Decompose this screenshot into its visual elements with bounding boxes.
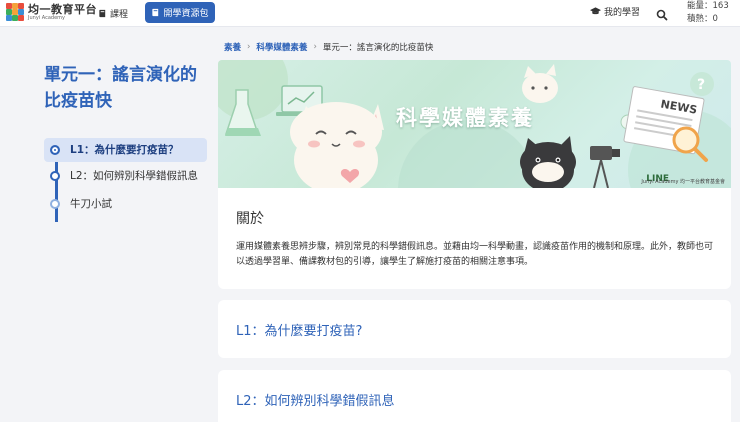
lesson-label: 牛刀小試 [70,198,112,210]
nav-resources-label: 開學資源包 [163,9,209,19]
nav-my-learning-label: 我的學習 [604,8,641,18]
breadcrumb-literacy[interactable]: 素養 [224,41,241,53]
lesson-card-l2[interactable]: L2：如何辨別科學錯假訊息 [218,370,731,422]
about-description: 運用媒體素養思辨步驟，辨別常見的科學錯假訊息。並藉由均一科學動畫，認識疫苗作用的… [236,242,714,267]
energy-count: 能量：163 [687,1,729,11]
unit-title: 單元一：謠言演化的比疫苗快 [44,65,197,111]
book-icon [99,9,106,17]
lesson-status-dot [50,199,60,209]
search-button[interactable] [656,6,668,21]
lesson-status-dot [50,145,60,155]
about-heading: 關於 [236,211,264,227]
lesson-status-dot [50,171,60,181]
book-icon [152,8,159,17]
breadcrumb: 素養 › 科學媒體素養 › 單元一：謠言演化的比疫苗快 [224,41,433,53]
lesson-card-title[interactable]: L2：如何辨別科學錯假訊息 [236,390,395,409]
nav-courses-label: 課程 [110,9,129,20]
graduation-cap-icon [590,7,601,15]
about-card: 關於 運用媒體素養思辨步驟，辨別常見的科學錯假訊息。並藉由均一科學動畫，認識疫苗… [218,188,731,289]
top-navbar: 均一教育平台 Junyi Academy 課程 開學資源包 我的學習 能量：16… [0,0,740,27]
logo-mark-icon [6,3,24,21]
breadcrumb-current: 單元一：謠言演化的比疫苗快 [322,43,434,53]
sidebar-lesson-l2[interactable]: L2：如何辨別科學錯假訊息 [44,164,207,188]
lesson-label: L2：如何辨別科學錯假訊息 [70,170,199,182]
lesson-card-title[interactable]: L1：為什麼要打疫苗? [236,320,362,339]
breadcrumb-separator: › [313,42,317,52]
badge-count: 積熱：0 [687,14,718,24]
logo-title: 均一教育平台 [28,2,97,16]
junyi-brand-label: Junyi Academy 均一平台教育基金會 [641,179,725,185]
banner-title: 科學媒體素養 [396,106,534,130]
breadcrumb-science-media[interactable]: 科學媒體素養 [256,41,307,53]
logo-subtitle: Junyi Academy [28,14,65,21]
nav-courses-button[interactable]: 課程 [98,5,128,21]
course-banner: NEWS ? 科學媒體素養 LINE Junyi Academy 均一平台教育基… [218,60,731,188]
search-icon [656,9,668,21]
nav-my-learning-button[interactable]: 我的學習 [590,5,640,18]
sidebar-lesson-quiz[interactable]: 牛刀小試 [44,192,207,216]
breadcrumb-separator: › [247,42,251,52]
user-stats: 能量：163 積熱：0 [687,0,729,26]
lesson-list: L1：為什麼要打疫苗？ L2：如何辨別科學錯假訊息 牛刀小試 [44,138,207,222]
sidebar-lesson-l1[interactable]: L1：為什麼要打疫苗？ [44,138,207,162]
junyi-logo[interactable]: 均一教育平台 Junyi Academy [6,3,97,21]
nav-resources-button[interactable]: 開學資源包 [145,2,215,23]
lesson-label: L1：為什麼要打疫苗？ [70,144,179,156]
lesson-card-l1[interactable]: L1：為什麼要打疫苗? [218,300,731,358]
svg-text:?: ? [697,77,705,93]
